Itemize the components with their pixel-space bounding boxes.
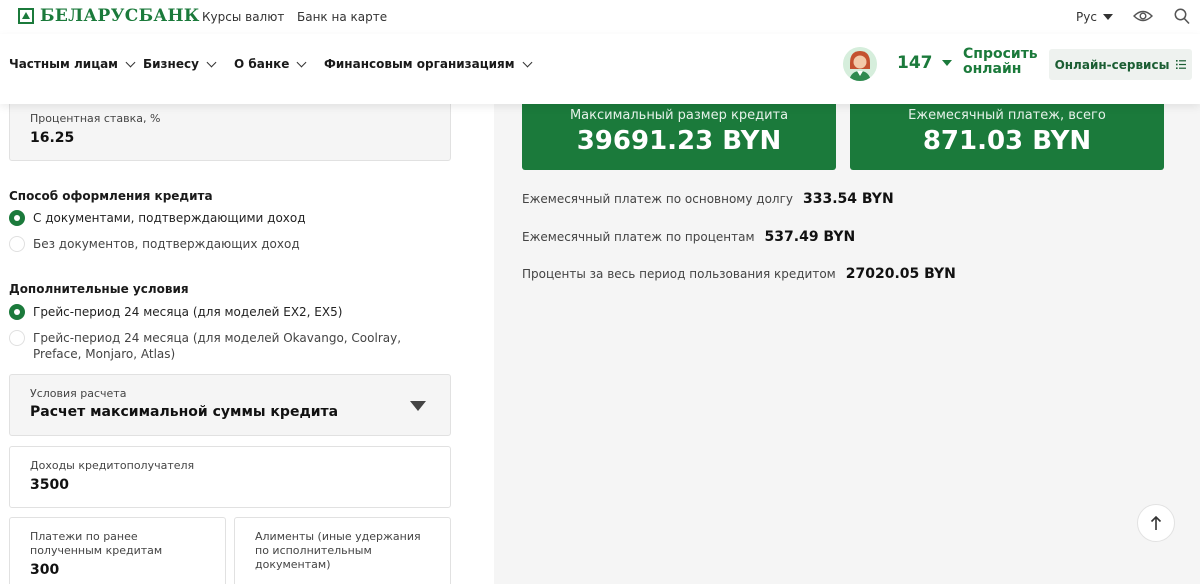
card-value: 871.03 BYN bbox=[922, 126, 1092, 156]
bank-on-map-link[interactable]: Банк на карте bbox=[297, 10, 387, 24]
radio-unchecked-icon bbox=[9, 330, 25, 346]
radio-checked-icon bbox=[9, 304, 25, 320]
page: БЕЛАРУСБАНК Курсы валют Банк на карте Ру… bbox=[0, 0, 1200, 584]
online-services-button[interactable]: Онлайн-сервисы bbox=[1049, 49, 1192, 80]
row-label: Ежемесячный платеж по основному долгу bbox=[522, 192, 793, 206]
nav-item-financial-orgs[interactable]: Финансовым организациям bbox=[324, 57, 533, 71]
radio-label: С документами, подтверждающими доход bbox=[33, 211, 306, 225]
card-label: Максимальный размер кредита bbox=[569, 108, 789, 123]
radio-label: Грейс-период 24 месяца (для моделей Okav… bbox=[33, 331, 402, 361]
row-value: 333.54 BYN bbox=[803, 191, 894, 207]
logo[interactable]: БЕЛАРУСБАНК bbox=[18, 6, 200, 26]
nav-item-label: О банке bbox=[234, 57, 290, 71]
chevron-down-icon bbox=[941, 60, 952, 66]
nav-item-label: Финансовым организациям bbox=[324, 57, 515, 71]
radio-unchecked-icon bbox=[9, 236, 25, 252]
list-icon bbox=[1176, 60, 1187, 69]
row-value: 537.49 BYN bbox=[764, 229, 856, 245]
language-selector[interactable]: Рус bbox=[1076, 10, 1113, 24]
row-label: Ежемесячный платеж по процентам bbox=[522, 230, 755, 244]
phone-selector[interactable]: 147 bbox=[897, 53, 952, 73]
select-value: Расчет максимальной суммы кредита bbox=[30, 404, 339, 420]
radio-label: Грейс-период 24 месяца (для моделей EX2,… bbox=[33, 305, 343, 319]
avatar[interactable] bbox=[843, 47, 877, 81]
nav-item-business[interactable]: Бизнесу bbox=[143, 57, 217, 71]
field-value: 3500 bbox=[30, 477, 69, 493]
result-row-total-interest: Проценты за весь период пользования кред… bbox=[522, 266, 956, 282]
online-services-label: Онлайн-сервисы bbox=[1054, 57, 1170, 72]
section-title-extra: Дополнительные условия bbox=[9, 282, 189, 296]
consultant-avatar-icon bbox=[843, 47, 877, 81]
top-bar: БЕЛАРУСБАНК Курсы валют Банк на карте Ру… bbox=[0, 0, 1200, 34]
field-label: Алименты (иные удержания по исполнительн… bbox=[255, 530, 421, 571]
radio-with-documents[interactable]: С документами, подтверждающими доход bbox=[9, 210, 306, 226]
card-value: 39691.23 BYN bbox=[576, 126, 782, 156]
nav-item-individuals[interactable]: Частным лицам bbox=[9, 57, 136, 71]
interest-rate-field: Процентная ставка, % 16.25 bbox=[9, 94, 451, 161]
income-field[interactable]: Доходы кредитополучателя 3500 bbox=[9, 446, 451, 508]
field-value: 300 bbox=[30, 562, 60, 578]
chevron-down-icon bbox=[522, 57, 533, 67]
field-label: Доходы кредитополучателя bbox=[30, 459, 195, 472]
prev-payments-field[interactable]: Платежи по ранее полученным кредитам 300 bbox=[9, 517, 226, 584]
phone-number: 147 bbox=[897, 53, 933, 73]
eye-icon[interactable] bbox=[1133, 8, 1153, 24]
chevron-down-icon bbox=[206, 57, 217, 67]
radio-without-documents[interactable]: Без документов, подтверждающих доход bbox=[9, 236, 300, 252]
section-title-method: Способ оформления кредита bbox=[9, 189, 213, 203]
chevron-down-icon bbox=[296, 57, 307, 67]
radio-grace-other[interactable]: Грейс-период 24 месяца (для моделей Okav… bbox=[9, 330, 419, 362]
field-label: Процентная ставка, % bbox=[30, 112, 161, 125]
arrow-up-icon bbox=[1150, 515, 1162, 530]
radio-label: Без документов, подтверждающих доход bbox=[33, 237, 300, 251]
result-row-principal: Ежемесячный платеж по основному долгу 33… bbox=[522, 191, 894, 207]
logo-text: БЕЛАРУСБАНК bbox=[40, 6, 200, 26]
main-nav: Частным лицам Бизнесу О банке Финансовым… bbox=[0, 34, 1200, 104]
monthly-total-card: Ежемесячный платеж, всего 871.03 BYN bbox=[850, 104, 1164, 170]
row-label: Проценты за весь период пользования кред… bbox=[522, 267, 836, 281]
radio-grace-ex[interactable]: Грейс-период 24 месяца (для моделей EX2,… bbox=[9, 304, 342, 320]
results-panel: Максимальный размер кредита 39691.23 BYN… bbox=[494, 104, 1200, 584]
ask-online-link[interactable]: Спросить онлайн bbox=[963, 47, 1043, 77]
nav-item-label: Бизнесу bbox=[143, 57, 199, 71]
chevron-down-icon bbox=[1102, 14, 1113, 20]
logo-icon bbox=[18, 8, 34, 24]
max-credit-card: Максимальный размер кредита 39691.23 BYN bbox=[522, 104, 836, 170]
calculator-form: Процентная ставка, % 16.25 Способ оформл… bbox=[0, 94, 494, 584]
calc-conditions-select[interactable]: Условия расчета Расчет максимальной сумм… bbox=[9, 374, 451, 436]
alimony-field[interactable]: Алименты (иные удержания по исполнительн… bbox=[234, 517, 451, 584]
field-label: Условия расчета bbox=[30, 387, 127, 400]
chevron-down-icon bbox=[125, 57, 136, 67]
scroll-to-top-button[interactable] bbox=[1137, 504, 1175, 542]
field-label: Платежи по ранее полученным кредитам bbox=[30, 530, 163, 557]
nav-item-about[interactable]: О банке bbox=[234, 57, 307, 71]
search-icon[interactable] bbox=[1174, 8, 1190, 25]
field-value: 16.25 bbox=[30, 130, 75, 146]
currency-rates-link[interactable]: Курсы валют bbox=[202, 10, 284, 24]
nav-item-label: Частным лицам bbox=[9, 57, 118, 71]
language-label: Рус bbox=[1076, 10, 1097, 24]
card-label: Ежемесячный платеж, всего bbox=[908, 108, 1106, 123]
radio-checked-icon bbox=[9, 210, 25, 226]
row-value: 27020.05 BYN bbox=[845, 266, 956, 282]
result-row-interest: Ежемесячный платеж по процентам 537.49 B… bbox=[522, 229, 855, 245]
caret-down-icon bbox=[410, 401, 426, 411]
